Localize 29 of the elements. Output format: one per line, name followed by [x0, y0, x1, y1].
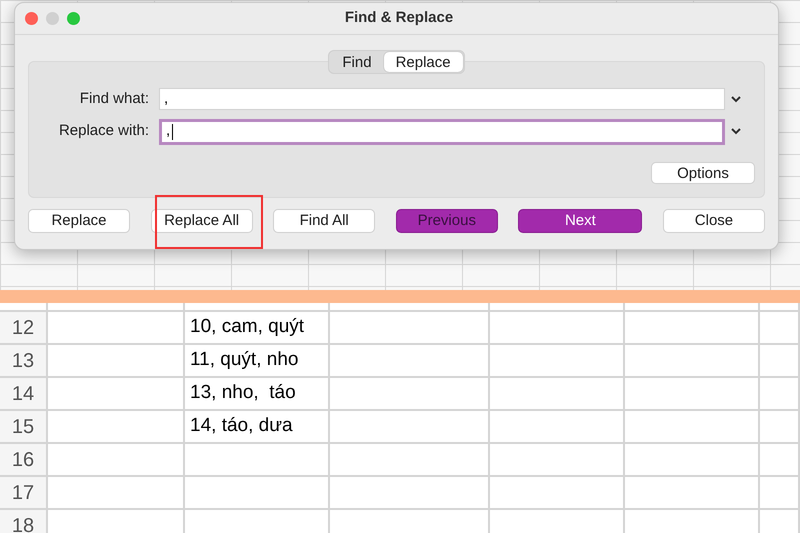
minimize-button[interactable] [46, 12, 59, 25]
input-field[interactable]: , [159, 118, 725, 144]
dialog-button[interactable]: Replace [28, 209, 130, 233]
row-number: 15 [12, 414, 34, 440]
row-number: 14 [12, 382, 34, 406]
row-number: 17 [12, 480, 34, 506]
tab[interactable]: Replace [384, 52, 463, 72]
field-label: Replace with: [58, 121, 150, 142]
table-cell-text: 13, nho, táo [190, 381, 296, 406]
close-window-button[interactable] [25, 12, 38, 25]
window-title: Find & Replace [344, 8, 454, 28]
dialog-button[interactable]: Close [662, 209, 765, 233]
row-number: 13 [12, 348, 34, 374]
dialog-button[interactable]: Replace All [150, 209, 253, 233]
field-label: Find what: [78, 89, 150, 109]
maximize-button[interactable] [67, 12, 80, 25]
dialog-button[interactable]: Find All [273, 209, 376, 233]
dialog-button[interactable]: Next [518, 209, 642, 233]
row-number: 12 [12, 316, 34, 340]
input-field[interactable]: , [159, 88, 725, 110]
row-number: 18 [12, 514, 34, 533]
table-cell-text: 14, táo, dưa [190, 414, 293, 438]
chevron-down-icon[interactable] [731, 128, 741, 135]
table-cell-text: 10, cam, quýt [190, 315, 304, 340]
tab[interactable]: Find [330, 52, 384, 72]
chevron-down-icon[interactable] [731, 96, 741, 103]
options-button[interactable]: Options [651, 162, 755, 184]
table-cell-text: 11, quýt, nho [190, 348, 298, 372]
row-number: 16 [12, 448, 34, 472]
